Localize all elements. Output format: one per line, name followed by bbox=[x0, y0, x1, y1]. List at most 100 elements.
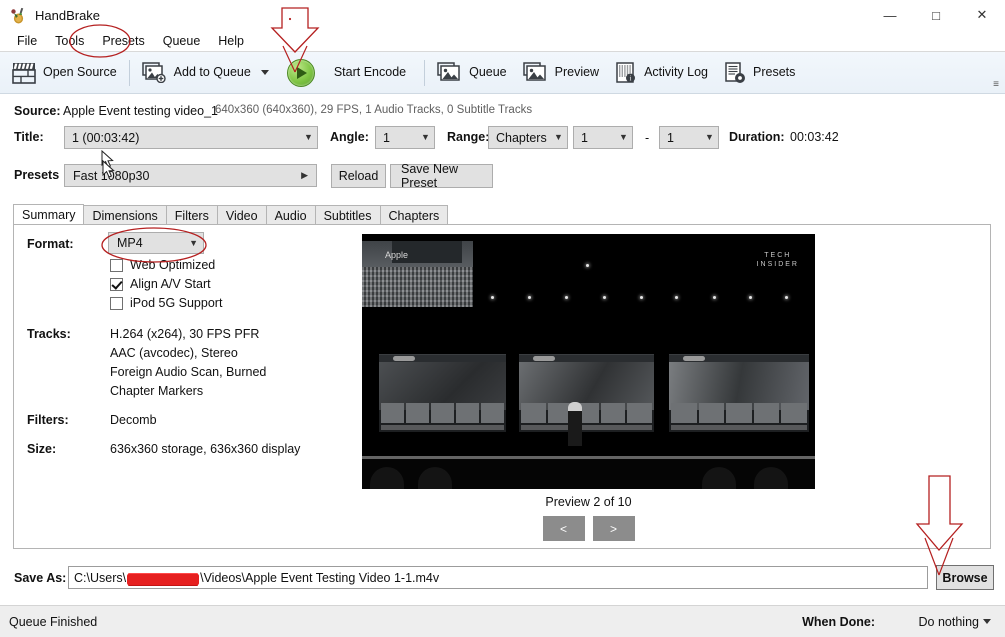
tab-summary[interactable]: Summary bbox=[13, 204, 84, 225]
tab-video[interactable]: Video bbox=[217, 205, 267, 225]
green-play-icon[interactable] bbox=[287, 59, 315, 87]
presets-row: Presets Fast 1080p30 ▶ Reload Save New P… bbox=[0, 164, 1005, 188]
range-label: Range: bbox=[447, 130, 489, 144]
format-select[interactable]: MP4 ▼ bbox=[108, 232, 204, 254]
preview-techinsider-watermark: TECH INSIDER bbox=[757, 251, 799, 269]
toolbar-overflow-icon[interactable]: ≡ bbox=[993, 79, 999, 90]
preview-nav: < > bbox=[362, 516, 815, 541]
range-start-select[interactable]: 1 ▼ bbox=[573, 126, 633, 149]
range-start-value: 1 bbox=[581, 131, 615, 145]
size-value: 636x360 storage, 636x360 display bbox=[110, 442, 300, 456]
angle-select-value: 1 bbox=[383, 131, 417, 145]
preview-image[interactable]: Apple TECH INSIDER bbox=[362, 234, 815, 489]
menu-file[interactable]: File bbox=[8, 32, 46, 50]
tracks-line-4: Chapter Markers bbox=[110, 384, 203, 398]
preview-light bbox=[603, 296, 606, 299]
preview-screen-pill bbox=[533, 356, 555, 361]
menu-queue[interactable]: Queue bbox=[154, 32, 210, 50]
preview-light bbox=[785, 296, 788, 299]
title-select[interactable]: 1 (00:03:42) ▼ bbox=[64, 126, 318, 149]
toolbar-separator bbox=[129, 60, 130, 86]
maximize-button[interactable]: □ bbox=[913, 0, 959, 30]
title-bar: HandBrake — □ ✕ bbox=[0, 0, 1005, 30]
duration-value: 00:03:42 bbox=[790, 130, 839, 144]
close-button[interactable]: ✕ bbox=[959, 0, 1005, 30]
format-label: Format: bbox=[27, 237, 74, 251]
preview-screen-foot bbox=[521, 425, 652, 430]
checkbox-label-web-optimized: Web Optimized bbox=[130, 258, 215, 272]
preview-light bbox=[491, 296, 494, 299]
reload-button[interactable]: Reload bbox=[331, 164, 386, 188]
when-done-label: When Done: bbox=[802, 615, 875, 629]
preview-screen-thumbs bbox=[671, 403, 807, 423]
preview-light bbox=[565, 296, 568, 299]
activity-log-button[interactable]: i Activity Log bbox=[607, 54, 716, 92]
add-to-queue-button[interactable]: Add to Queue bbox=[134, 54, 277, 92]
tab-filters[interactable]: Filters bbox=[166, 205, 218, 225]
handbrake-icon bbox=[9, 6, 27, 24]
start-encode-label: Start Encode bbox=[334, 66, 406, 79]
menu-tools[interactable]: Tools bbox=[46, 32, 93, 50]
checkbox-align-av-start[interactable]: Align A/V Start bbox=[110, 277, 211, 291]
preview-screen-foot bbox=[671, 425, 807, 430]
preview-screen-topbar bbox=[519, 355, 654, 362]
range-type-select[interactable]: Chapters ▼ bbox=[488, 126, 568, 149]
image-stack-icon bbox=[437, 62, 462, 83]
menu-help[interactable]: Help bbox=[209, 32, 253, 50]
source-label: Source: bbox=[14, 104, 61, 118]
source-name: Apple Event testing video_1 bbox=[63, 104, 218, 118]
minimize-button[interactable]: — bbox=[867, 0, 913, 30]
checkbox-box-ipod-5g[interactable] bbox=[110, 297, 123, 310]
menu-presets[interactable]: Presets bbox=[93, 32, 153, 50]
preview-button[interactable]: Preview bbox=[515, 54, 607, 92]
tab-chapters[interactable]: Chapters bbox=[380, 205, 449, 225]
svg-text:i: i bbox=[630, 74, 632, 82]
angle-select[interactable]: 1 ▼ bbox=[375, 126, 435, 149]
open-source-button[interactable]: Open Source bbox=[4, 54, 125, 92]
start-encode-button[interactable]: Start Encode bbox=[277, 54, 414, 92]
preset-select[interactable]: Fast 1080p30 ▶ bbox=[64, 164, 317, 187]
chevron-down-icon: ▼ bbox=[417, 127, 434, 148]
menu-bar: File Tools Presets Queue Help bbox=[0, 30, 1005, 52]
preview-label: Preview bbox=[555, 66, 599, 79]
range-dash: - bbox=[645, 131, 649, 145]
queue-button[interactable]: Queue bbox=[429, 54, 515, 92]
preview-stage-screen-center bbox=[519, 354, 654, 432]
filters-label: Filters: bbox=[27, 413, 69, 427]
preview-apple-label: Apple bbox=[385, 250, 408, 260]
save-new-preset-button[interactable]: Save New Preset bbox=[390, 164, 493, 188]
when-done-select[interactable]: Do nothing bbox=[919, 615, 991, 629]
save-as-row: Save As: C:\Users\\Videos\Apple Event Te… bbox=[0, 563, 1005, 595]
save-as-input[interactable]: C:\Users\\Videos\Apple Event Testing Vid… bbox=[68, 566, 928, 589]
checkbox-web-optimized[interactable]: Web Optimized bbox=[110, 258, 215, 272]
status-text: Queue Finished bbox=[9, 615, 97, 629]
tab-subtitles[interactable]: Subtitles bbox=[315, 205, 381, 225]
preview-screen-topbar bbox=[669, 355, 809, 362]
source-row: Source: Apple Event testing video_1 640x… bbox=[0, 101, 1005, 123]
window-controls: — □ ✕ bbox=[867, 0, 1005, 30]
chevron-right-icon: ▶ bbox=[301, 170, 308, 181]
preview-light bbox=[675, 296, 678, 299]
preview-audience-head bbox=[370, 467, 404, 489]
presets-toolbar-button[interactable]: Presets bbox=[716, 54, 803, 92]
preview-next-button[interactable]: > bbox=[593, 516, 635, 541]
range-end-value: 1 bbox=[667, 131, 701, 145]
preview-inset-crowd: Apple bbox=[362, 241, 473, 307]
preview-prev-button[interactable]: < bbox=[543, 516, 585, 541]
range-end-select[interactable]: 1 ▼ bbox=[659, 126, 719, 149]
checkbox-box-align-av-start[interactable] bbox=[110, 278, 123, 291]
tab-dimensions[interactable]: Dimensions bbox=[83, 205, 166, 225]
tab-audio[interactable]: Audio bbox=[266, 205, 316, 225]
queue-label: Queue bbox=[469, 66, 507, 79]
preview-screen-thumbs bbox=[521, 403, 652, 423]
tracks-line-3: Foreign Audio Scan, Burned bbox=[110, 365, 266, 379]
save-as-path-prefix: C:\Users\ bbox=[74, 571, 126, 585]
preview-presenter bbox=[568, 402, 582, 446]
checkbox-box-web-optimized[interactable] bbox=[110, 259, 123, 272]
chevron-down-icon[interactable] bbox=[261, 70, 269, 75]
toolbar: Open Source Add to Queue S bbox=[0, 52, 1005, 94]
presets-toolbar-label: Presets bbox=[753, 66, 795, 79]
handbrake-window: HandBrake — □ ✕ File Tools Presets Queue… bbox=[0, 0, 1005, 637]
browse-button[interactable]: Browse bbox=[936, 565, 994, 590]
checkbox-ipod-5g-support[interactable]: iPod 5G Support bbox=[110, 296, 222, 310]
